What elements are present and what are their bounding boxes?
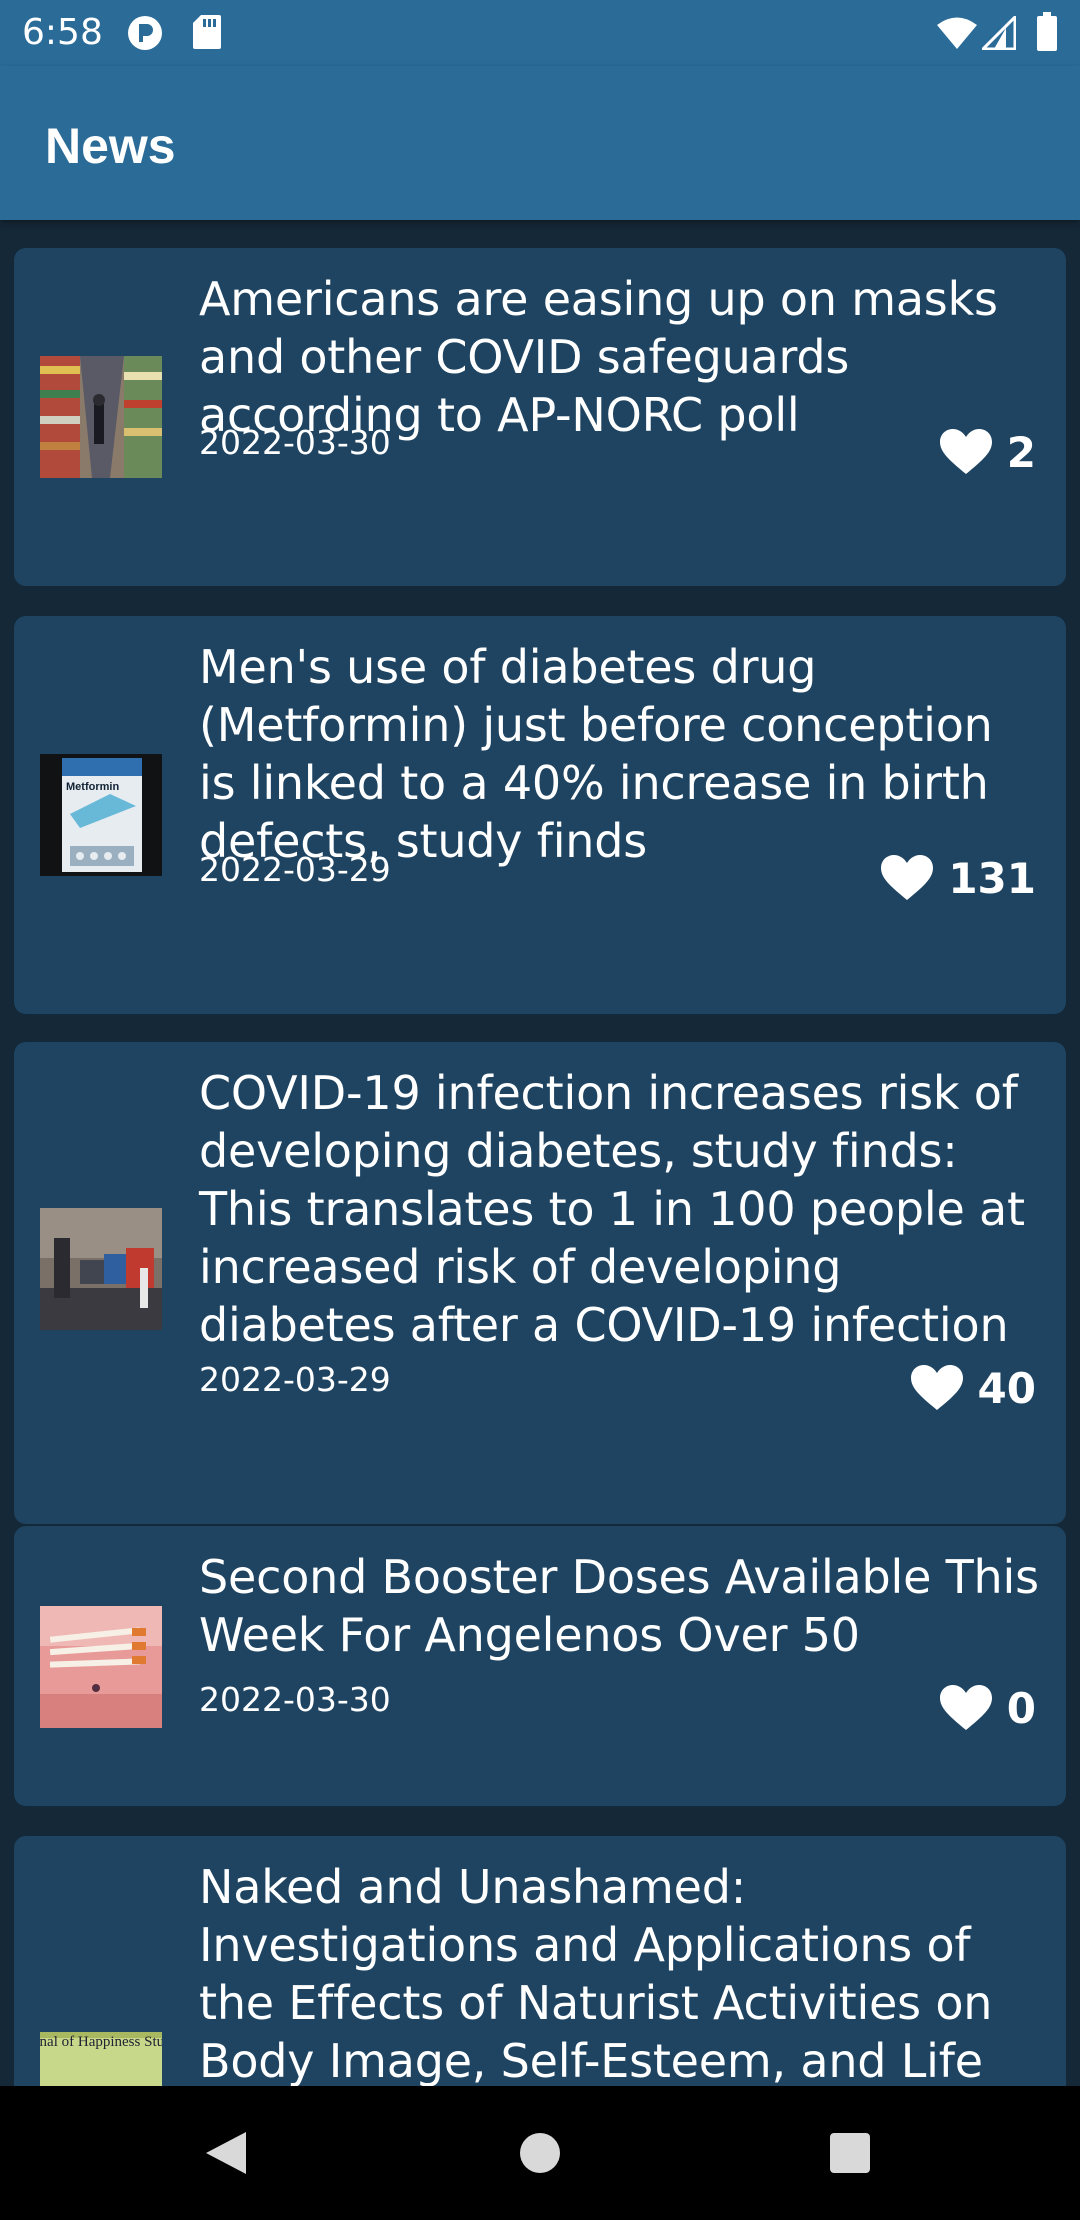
heart-icon[interactable] xyxy=(880,854,934,902)
like-control[interactable]: 0 xyxy=(939,1682,1036,1734)
recents-square-icon xyxy=(830,2133,870,2173)
home-button[interactable] xyxy=(510,2123,570,2183)
news-card[interactable]: Second Booster Doses Available This Week… xyxy=(14,1526,1066,1806)
heart-icon[interactable] xyxy=(939,1684,993,1732)
thumbnail-text: Journal of Happiness Studies xyxy=(40,2034,162,2050)
recents-button[interactable] xyxy=(820,2123,880,2183)
like-control[interactable]: 2 xyxy=(939,426,1036,478)
navigation-bar xyxy=(0,2086,1080,2220)
news-date: 2022-03-29 xyxy=(199,850,391,889)
news-headline: Men's use of diabetes drug (Metformin) j… xyxy=(199,640,993,868)
likes-count: 131 xyxy=(948,853,1036,903)
news-card[interactable]: Americans are easing up on masks and oth… xyxy=(14,248,1066,586)
news-thumbnail: Journal of Happiness Studies xyxy=(40,2032,162,2086)
app-bar: News xyxy=(0,66,1080,220)
news-date: 2022-03-30 xyxy=(199,423,391,462)
thumbnail-text: Metformin xyxy=(66,781,119,793)
wifi-icon xyxy=(936,16,978,55)
sd-card-icon xyxy=(192,14,222,55)
likes-count: 0 xyxy=(1006,1683,1036,1733)
heart-icon[interactable] xyxy=(910,1364,964,1412)
news-headline: COVID-19 infection increases risk of dev… xyxy=(199,1066,1025,1352)
news-card[interactable]: Journal of Happiness Studies Naked and U… xyxy=(14,1836,1066,2086)
battery-icon xyxy=(1036,12,1058,57)
back-button[interactable] xyxy=(196,2123,256,2183)
likes-count: 2 xyxy=(1006,427,1036,477)
likes-count: 40 xyxy=(977,1363,1036,1413)
like-control[interactable]: 131 xyxy=(880,852,1036,904)
heart-icon[interactable] xyxy=(939,428,993,476)
news-card[interactable]: COVID-19 infection increases risk of dev… xyxy=(14,1042,1066,1524)
status-bar: 6:58 xyxy=(0,0,1080,66)
news-thumbnail: Metformin xyxy=(40,754,162,876)
home-circle-icon xyxy=(520,2133,560,2173)
signal-icon xyxy=(979,13,1017,55)
page-title: News xyxy=(45,118,176,174)
status-time: 6:58 xyxy=(22,12,103,53)
news-date: 2022-03-29 xyxy=(199,1360,391,1399)
news-headline: Second Booster Doses Available This Week… xyxy=(199,1550,1039,1662)
news-headline: Americans are easing up on masks and oth… xyxy=(199,272,998,442)
like-control[interactable]: 40 xyxy=(910,1362,1036,1414)
news-thumbnail xyxy=(40,1606,162,1728)
news-headline: Naked and Unashamed: Investigations and … xyxy=(199,1860,993,2086)
news-list[interactable]: Americans are easing up on masks and oth… xyxy=(0,220,1080,2086)
news-date: 2022-03-30 xyxy=(199,1680,391,1719)
news-thumbnail xyxy=(40,356,162,478)
news-card[interactable]: Metformin Men's use of diabetes drug (Me… xyxy=(14,616,1066,1014)
back-triangle-icon xyxy=(206,2132,246,2174)
app-notification-icon xyxy=(126,14,164,57)
news-thumbnail xyxy=(40,1208,162,1330)
